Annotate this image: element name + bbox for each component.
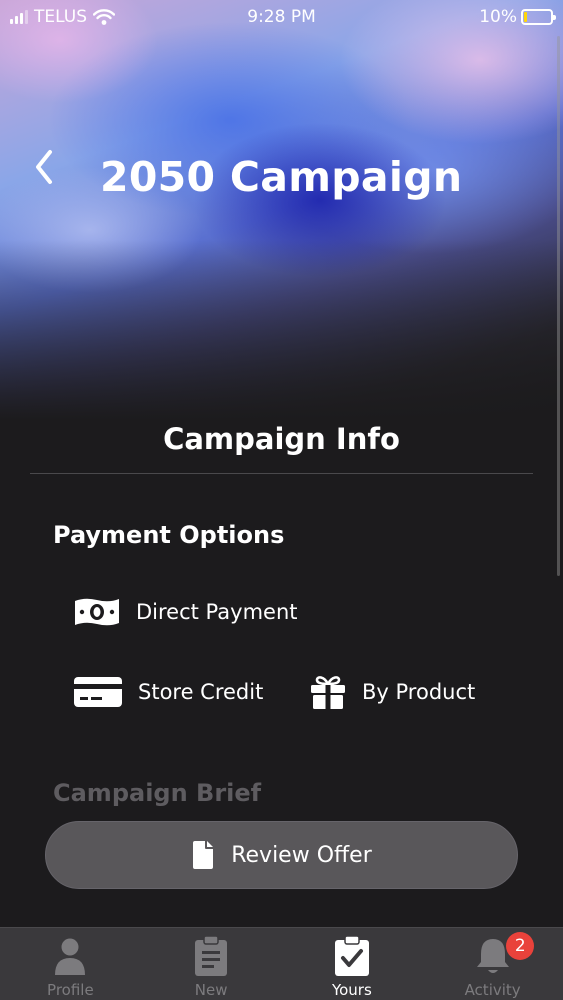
payment-option-direct: Direct Payment — [73, 596, 298, 628]
battery-percent: 10% — [479, 7, 517, 27]
review-offer-label: Review Offer — [231, 842, 372, 868]
payment-option-label: Store Credit — [138, 680, 264, 704]
chevron-left-icon — [36, 150, 52, 184]
tab-new[interactable]: New — [141, 928, 282, 1000]
campaign-brief-heading: Campaign Brief — [53, 779, 262, 807]
tab-activity[interactable]: Activity 2 — [422, 928, 563, 1000]
payment-option-label: By Product — [362, 680, 476, 704]
tab-yours[interactable]: Yours — [282, 928, 423, 1000]
gift-icon — [311, 676, 345, 709]
status-bar: TELUS 9:28 PM 10% — [0, 0, 563, 32]
tab-profile[interactable]: Profile — [0, 928, 141, 1000]
tab-label: Activity — [464, 981, 521, 999]
status-right: 10% — [479, 7, 556, 27]
notification-badge: 2 — [506, 932, 535, 960]
payment-option-store-credit: Store Credit — [73, 676, 263, 708]
bell-icon — [476, 939, 509, 973]
payment-option-by-product: By Product — [309, 674, 475, 710]
page-title: 2050 Campaign — [100, 153, 463, 201]
credit-card-icon — [74, 677, 122, 707]
clipboard-list-icon — [195, 936, 228, 976]
section-title: Campaign Info — [163, 422, 400, 456]
scrollbar[interactable] — [557, 36, 560, 576]
payment-option-label: Direct Payment — [136, 600, 298, 624]
document-icon — [193, 841, 214, 869]
tab-bar: Profile New Yours Activity 2 — [0, 927, 563, 1000]
back-button[interactable] — [30, 145, 60, 189]
money-bill-icon — [75, 598, 119, 626]
tab-label: New — [194, 981, 228, 999]
tab-label: Yours — [331, 981, 372, 999]
payment-options-heading: Payment Options — [53, 521, 285, 549]
clipboard-check-icon — [334, 936, 369, 976]
section-divider — [30, 473, 533, 474]
battery-icon — [521, 9, 556, 25]
review-offer-button[interactable]: Review Offer — [45, 821, 518, 889]
hero-background — [0, 0, 563, 420]
person-icon — [55, 938, 86, 975]
tab-label: Profile — [47, 981, 94, 999]
